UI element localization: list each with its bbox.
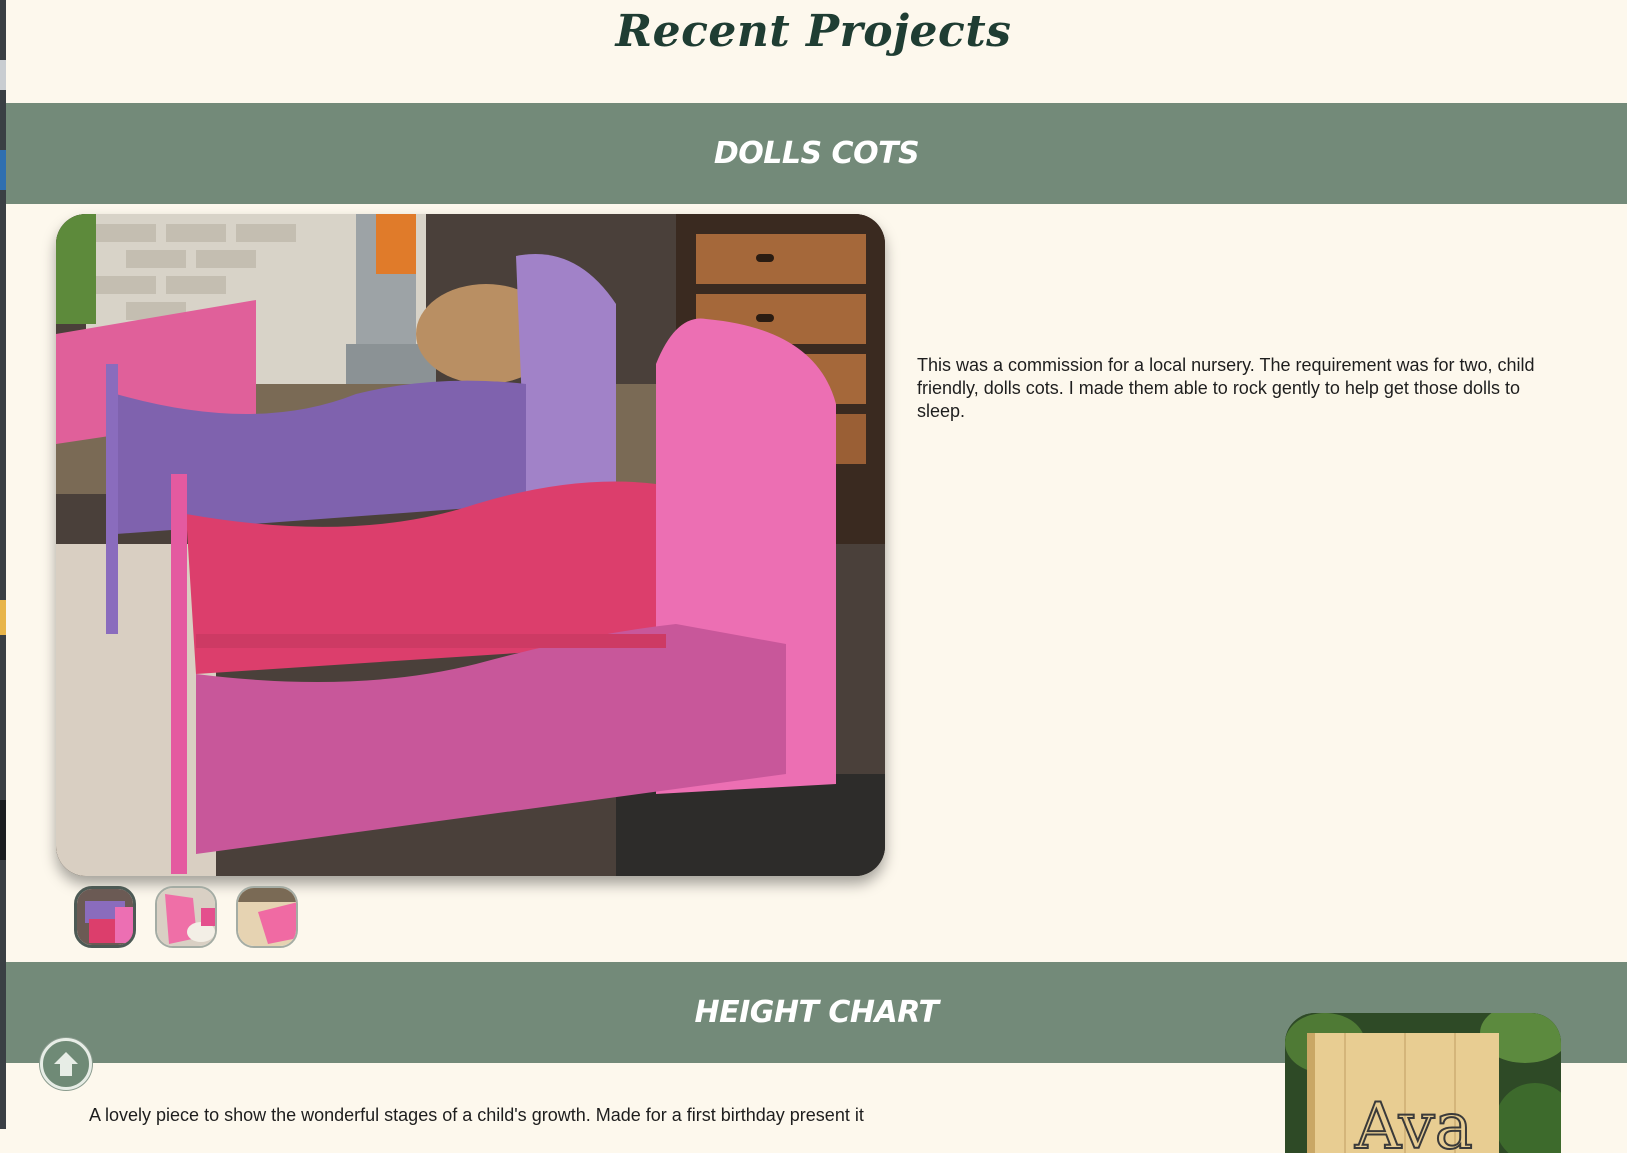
thumbnail-1[interactable] <box>74 886 136 948</box>
project-description: This was a commission for a local nurser… <box>917 355 1535 421</box>
left-window-edge <box>0 0 6 1129</box>
project-heading: Dolls Cots <box>713 136 920 171</box>
back-to-top-button[interactable] <box>40 1038 92 1090</box>
project-description: A lovely piece to show the wonderful sta… <box>89 1105 864 1125</box>
page-title: Recent Projects <box>615 6 1012 57</box>
dolls-cots-main-photo <box>56 214 885 876</box>
height-chart-name-text: Ava <box>1354 1090 1473 1153</box>
arrow-up-icon <box>54 1052 78 1076</box>
thumbnail-2[interactable] <box>155 886 217 948</box>
height-chart-photo: Ava <box>1285 1013 1561 1153</box>
thumbnail-3[interactable] <box>236 886 298 948</box>
project-header-dolls-cots: Dolls Cots <box>6 103 1627 204</box>
thumbnail-strip <box>74 886 298 948</box>
